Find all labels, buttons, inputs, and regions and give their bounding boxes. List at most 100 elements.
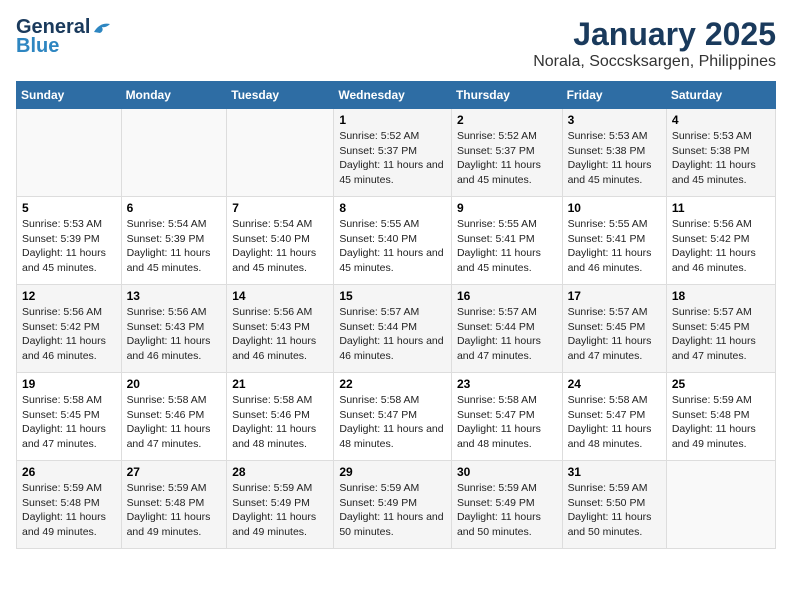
calendar-cell: 3Sunrise: 5:53 AMSunset: 5:38 PMDaylight… bbox=[562, 109, 666, 197]
day-number: 31 bbox=[568, 465, 661, 479]
calendar-cell: 9Sunrise: 5:55 AMSunset: 5:41 PMDaylight… bbox=[451, 197, 562, 285]
day-number: 22 bbox=[339, 377, 446, 391]
day-info: Sunrise: 5:58 AMSunset: 5:46 PMDaylight:… bbox=[232, 393, 328, 452]
day-number: 14 bbox=[232, 289, 328, 303]
day-number: 18 bbox=[672, 289, 770, 303]
calendar-cell: 15 Sunrise: 5:57 AMSunset: 5:44 PMDayligh… bbox=[334, 285, 452, 373]
week-row-3: 12 Sunrise: 5:56 AMSunset: 5:42 PMDayligh… bbox=[17, 285, 776, 373]
calendar-cell: 19 Sunrise: 5:58 AMSunset: 5:45 PMDayligh… bbox=[17, 373, 122, 461]
location-title: Norala, Soccsksargen, Philippines bbox=[533, 53, 776, 71]
calendar-cell: 26 Sunrise: 5:59 AMSunset: 5:48 PMDayligh… bbox=[17, 461, 122, 549]
day-info: Sunrise: 5:53 AMSunset: 5:39 PMDaylight:… bbox=[22, 217, 116, 276]
calendar-cell: 5 Sunrise: 5:53 AMSunset: 5:39 PMDaylight… bbox=[17, 197, 122, 285]
weekday-header-tuesday: Tuesday bbox=[227, 82, 334, 109]
day-number: 10 bbox=[568, 201, 661, 215]
day-info: Sunrise: 5:53 AMSunset: 5:38 PMDaylight:… bbox=[672, 129, 770, 188]
day-info: Sunrise: 5:59 AMSunset: 5:50 PMDaylight:… bbox=[568, 481, 661, 540]
calendar-cell: 12 Sunrise: 5:56 AMSunset: 5:42 PMDayligh… bbox=[17, 285, 122, 373]
calendar-cell: 1Sunrise: 5:52 AMSunset: 5:37 PMDaylight… bbox=[334, 109, 452, 197]
calendar-cell: 30Sunrise: 5:59 AMSunset: 5:49 PMDayligh… bbox=[451, 461, 562, 549]
calendar-cell: 21 Sunrise: 5:58 AMSunset: 5:46 PMDayligh… bbox=[227, 373, 334, 461]
week-row-2: 5 Sunrise: 5:53 AMSunset: 5:39 PMDaylight… bbox=[17, 197, 776, 285]
calendar-cell: 16 Sunrise: 5:57 AMSunset: 5:44 PMDayligh… bbox=[451, 285, 562, 373]
logo: General Blue bbox=[16, 16, 114, 58]
day-info: Sunrise: 5:57 AMSunset: 5:45 PMDaylight:… bbox=[568, 305, 661, 364]
calendar-cell: 29 Sunrise: 5:59 AMSunset: 5:49 PMDayligh… bbox=[334, 461, 452, 549]
calendar-cell: 18 Sunrise: 5:57 AMSunset: 5:45 PMDayligh… bbox=[666, 285, 775, 373]
calendar-cell: 11Sunrise: 5:56 AMSunset: 5:42 PMDayligh… bbox=[666, 197, 775, 285]
day-info: Sunrise: 5:57 AMSunset: 5:44 PMDaylight:… bbox=[339, 305, 446, 364]
calendar-cell: 27Sunrise: 5:59 AMSunset: 5:48 PMDayligh… bbox=[121, 461, 227, 549]
day-info: Sunrise: 5:54 AMSunset: 5:40 PMDaylight:… bbox=[232, 217, 328, 276]
day-info: Sunrise: 5:52 AMSunset: 5:37 PMDaylight:… bbox=[457, 129, 557, 188]
day-number: 6 bbox=[127, 201, 222, 215]
day-number: 16 bbox=[457, 289, 557, 303]
day-number: 11 bbox=[672, 201, 770, 215]
day-info: Sunrise: 5:59 AMSunset: 5:49 PMDaylight:… bbox=[339, 481, 446, 540]
day-number: 13 bbox=[127, 289, 222, 303]
day-number: 23 bbox=[457, 377, 557, 391]
day-number: 7 bbox=[232, 201, 328, 215]
calendar-cell: 24Sunrise: 5:58 AMSunset: 5:47 PMDayligh… bbox=[562, 373, 666, 461]
day-number: 8 bbox=[339, 201, 446, 215]
day-info: Sunrise: 5:58 AMSunset: 5:45 PMDaylight:… bbox=[22, 393, 116, 452]
day-number: 30 bbox=[457, 465, 557, 479]
calendar-cell: 28Sunrise: 5:59 AMSunset: 5:49 PMDayligh… bbox=[227, 461, 334, 549]
weekday-header-saturday: Saturday bbox=[666, 82, 775, 109]
weekday-header-thursday: Thursday bbox=[451, 82, 562, 109]
day-info: Sunrise: 5:59 AMSunset: 5:48 PMDaylight:… bbox=[672, 393, 770, 452]
day-number: 26 bbox=[22, 465, 116, 479]
calendar-cell: 20 Sunrise: 5:58 AMSunset: 5:46 PMDayligh… bbox=[121, 373, 227, 461]
calendar-cell: 17 Sunrise: 5:57 AMSunset: 5:45 PMDayligh… bbox=[562, 285, 666, 373]
day-number: 19 bbox=[22, 377, 116, 391]
day-number: 25 bbox=[672, 377, 770, 391]
calendar-cell: 6Sunrise: 5:54 AMSunset: 5:39 PMDaylight… bbox=[121, 197, 227, 285]
day-info: Sunrise: 5:56 AMSunset: 5:42 PMDaylight:… bbox=[22, 305, 116, 364]
day-number: 15 bbox=[339, 289, 446, 303]
logo-blue: Blue bbox=[16, 35, 59, 58]
day-number: 20 bbox=[127, 377, 222, 391]
day-info: Sunrise: 5:59 AMSunset: 5:48 PMDaylight:… bbox=[22, 481, 116, 540]
day-number: 1 bbox=[339, 113, 446, 127]
calendar-cell: 14 Sunrise: 5:56 AMSunset: 5:43 PMDayligh… bbox=[227, 285, 334, 373]
day-number: 24 bbox=[568, 377, 661, 391]
title-area: January 2025 Norala, Soccsksargen, Phili… bbox=[533, 16, 776, 71]
day-number: 21 bbox=[232, 377, 328, 391]
day-info: Sunrise: 5:58 AMSunset: 5:47 PMDaylight:… bbox=[457, 393, 557, 452]
day-info: Sunrise: 5:58 AMSunset: 5:46 PMDaylight:… bbox=[127, 393, 222, 452]
calendar-cell: 10 Sunrise: 5:55 AMSunset: 5:41 PMDayligh… bbox=[562, 197, 666, 285]
day-info: Sunrise: 5:57 AMSunset: 5:44 PMDaylight:… bbox=[457, 305, 557, 364]
calendar-cell: 22Sunrise: 5:58 AMSunset: 5:47 PMDayligh… bbox=[334, 373, 452, 461]
day-number: 9 bbox=[457, 201, 557, 215]
day-info: Sunrise: 5:53 AMSunset: 5:38 PMDaylight:… bbox=[568, 129, 661, 188]
day-number: 29 bbox=[339, 465, 446, 479]
day-number: 5 bbox=[22, 201, 116, 215]
month-title: January 2025 bbox=[533, 16, 776, 53]
day-number: 17 bbox=[568, 289, 661, 303]
calendar-cell bbox=[121, 109, 227, 197]
calendar-cell: 13 Sunrise: 5:56 AMSunset: 5:43 PMDayligh… bbox=[121, 285, 227, 373]
calendar-cell: 25 Sunrise: 5:59 AMSunset: 5:48 PMDayligh… bbox=[666, 373, 775, 461]
day-info: Sunrise: 5:56 AMSunset: 5:43 PMDaylight:… bbox=[127, 305, 222, 364]
weekday-header-monday: Monday bbox=[121, 82, 227, 109]
calendar-cell: 31 Sunrise: 5:59 AMSunset: 5:50 PMDayligh… bbox=[562, 461, 666, 549]
weekday-header-friday: Friday bbox=[562, 82, 666, 109]
week-row-4: 19 Sunrise: 5:58 AMSunset: 5:45 PMDayligh… bbox=[17, 373, 776, 461]
weekday-header-wednesday: Wednesday bbox=[334, 82, 452, 109]
calendar-cell bbox=[666, 461, 775, 549]
calendar-table: SundayMondayTuesdayWednesdayThursdayFrid… bbox=[16, 81, 776, 549]
day-info: Sunrise: 5:59 AMSunset: 5:49 PMDaylight:… bbox=[232, 481, 328, 540]
day-info: Sunrise: 5:55 AMSunset: 5:41 PMDaylight:… bbox=[568, 217, 661, 276]
calendar-cell: 8Sunrise: 5:55 AMSunset: 5:40 PMDaylight… bbox=[334, 197, 452, 285]
weekday-header-row: SundayMondayTuesdayWednesdayThursdayFrid… bbox=[17, 82, 776, 109]
logo-bird-icon bbox=[92, 20, 114, 36]
day-info: Sunrise: 5:57 AMSunset: 5:45 PMDaylight:… bbox=[672, 305, 770, 364]
calendar-cell: 7 Sunrise: 5:54 AMSunset: 5:40 PMDaylight… bbox=[227, 197, 334, 285]
calendar-cell: 2 Sunrise: 5:52 AMSunset: 5:37 PMDaylight… bbox=[451, 109, 562, 197]
weekday-header-sunday: Sunday bbox=[17, 82, 122, 109]
day-number: 2 bbox=[457, 113, 557, 127]
week-row-5: 26 Sunrise: 5:59 AMSunset: 5:48 PMDayligh… bbox=[17, 461, 776, 549]
week-row-1: 1 Sunrise: 5:52 AMSunset: 5:37 PMDaylight… bbox=[17, 109, 776, 197]
day-number: 12 bbox=[22, 289, 116, 303]
day-info: Sunrise: 5:56 AMSunset: 5:43 PMDaylight:… bbox=[232, 305, 328, 364]
